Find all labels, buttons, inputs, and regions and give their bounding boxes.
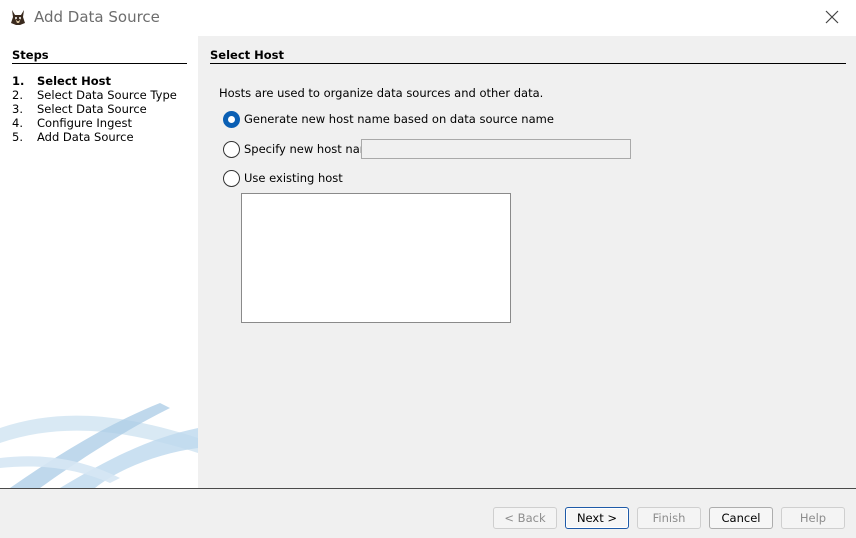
specify-host-option[interactable]: Specify new host name [223, 140, 378, 158]
next-button[interactable]: Next > [565, 507, 629, 529]
cancel-button[interactable]: Cancel [709, 507, 773, 529]
step-number: 1. [12, 74, 25, 88]
title-bar: Add Data Source [0, 0, 856, 36]
steps-list: 1. Select Host 2. Select Data Source Type … [12, 74, 177, 144]
decorative-swoosh-graphic [0, 403, 198, 488]
host-name-input[interactable] [361, 139, 631, 159]
window-title: Add Data Source [34, 8, 160, 26]
finish-button[interactable]: Finish [637, 507, 701, 529]
existing-host-label: Use existing host [244, 171, 343, 185]
help-button[interactable]: Help [781, 507, 845, 529]
existing-host-option[interactable]: Use existing host [223, 169, 343, 187]
specify-host-label: Specify new host name [244, 142, 379, 156]
close-button[interactable] [810, 0, 856, 36]
existing-host-radio[interactable] [223, 169, 240, 187]
panel-heading: Select Host [210, 48, 846, 64]
step-number: 3. [12, 102, 23, 116]
step-label: Add Data Source [37, 130, 134, 144]
step-item-select-data-source: 3. Select Data Source [12, 102, 177, 116]
step-label: Configure Ingest [37, 116, 132, 130]
step-label: Select Data Source [37, 102, 147, 116]
autopsy-dog-icon [11, 10, 25, 25]
select-host-panel: Select Host Hosts are used to organize d… [198, 36, 856, 488]
generate-host-option[interactable]: Generate new host name based on data sou… [223, 110, 554, 128]
panel-description: Hosts are used to organize data sources … [219, 86, 544, 100]
step-number: 4. [12, 116, 23, 130]
step-number: 2. [12, 88, 23, 102]
steps-heading: Steps [12, 48, 187, 64]
step-label: Select Host [37, 74, 112, 88]
generate-host-label: Generate new host name based on data sou… [244, 112, 554, 126]
specify-host-radio[interactable] [223, 140, 240, 158]
step-item-select-host: 1. Select Host [12, 74, 177, 88]
step-number: 5. [12, 130, 23, 144]
step-item-add-data-source: 5. Add Data Source [12, 130, 177, 144]
step-label: Select Data Source Type [37, 88, 177, 102]
close-icon [825, 10, 839, 24]
step-item-select-data-source-type: 2. Select Data Source Type [12, 88, 177, 102]
back-button[interactable]: < Back [493, 507, 557, 529]
step-item-configure-ingest: 4. Configure Ingest [12, 116, 177, 130]
generate-host-radio[interactable] [223, 110, 240, 128]
existing-host-list[interactable] [241, 193, 511, 323]
steps-pane: Steps 1. Select Host 2. Select Data Source… [0, 36, 198, 488]
button-bar-separator [0, 488, 856, 489]
